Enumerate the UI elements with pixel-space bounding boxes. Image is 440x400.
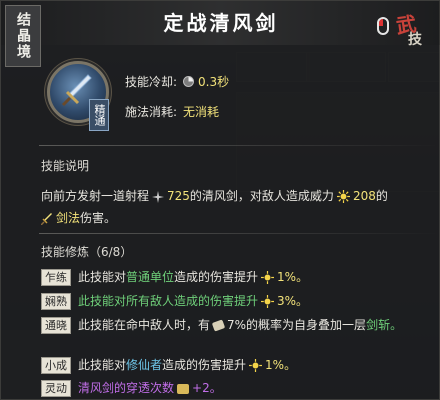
sun-icon (261, 295, 275, 308)
modifier-prefix: 此技能对所有敌人造成的伤害提升 (78, 294, 259, 308)
modifier-text: 此技能对普通单位造成的伤害提升 1%。 (78, 269, 308, 286)
sun-icon (336, 190, 350, 203)
modifier-row: 乍练 此技能对普通单位造成的伤害提升 1%。 (41, 269, 437, 286)
description-heading: 技能说明 (41, 159, 90, 173)
sword-icon (41, 212, 52, 225)
modifier-prefix: 此技能对 (78, 358, 127, 372)
modifier-value: 1%。 (265, 358, 297, 372)
modifier-text: 清风剑的穿透次数 +2。 (78, 380, 222, 397)
skill-tooltip: 结晶境 定战清风剑 武 技 精通 技能冷却: 0.3秒 施法消耗: 无消耗 技能… (0, 0, 440, 400)
chip-icon (211, 319, 226, 332)
cost-row: 施法消耗: 无消耗 (125, 103, 219, 120)
modifier-suffix: 造成的伤害提升 (162, 358, 247, 372)
modifier-prefix: 清风剑的穿透次数 (78, 381, 175, 395)
modifiers-heading: 技能修炼（6/8） (41, 245, 133, 259)
description-text: 的 (375, 189, 388, 203)
martial-tag-ji: 技 (408, 32, 422, 48)
description-text: 向前方发射一道射程 (41, 189, 150, 203)
modifier-suffix: 造成的伤害提升 (174, 270, 259, 284)
modifier-value: 3%。 (277, 294, 309, 308)
modifier-value: 剑斩。 (366, 318, 403, 332)
mastery-tag: 精通 (89, 99, 109, 131)
modifier-tag: 娴熟 (41, 293, 71, 310)
modifier-tag: 小成 (41, 357, 71, 374)
modifier-row: 灵动 清风剑的穿透次数 +2。 (41, 380, 437, 397)
cooldown-value: 0.3秒 (198, 75, 230, 89)
scroll-icon (177, 383, 190, 394)
modifier-row: 小成 此技能对修仙者造成的伤害提升 1%。 (41, 357, 437, 374)
modifier-text: 此技能在命中敌人时，有 7%的概率为自身叠加一层剑斩。 (78, 317, 418, 334)
cost-label: 施法消耗: (125, 105, 178, 119)
divider (39, 145, 439, 146)
range-icon (152, 190, 165, 203)
divider (39, 233, 439, 234)
sun-icon (261, 271, 275, 284)
sun-icon (249, 359, 263, 372)
damage-type: 剑法 (56, 211, 81, 225)
range-value: 725 (167, 189, 190, 203)
modifier-text: 此技能对修仙者造成的伤害提升 1%。 (78, 357, 296, 374)
modifier-suffix: 7%的概率为自身叠加一层 (227, 318, 367, 332)
description-text: 的清风剑，对敌人造成威力 (189, 189, 334, 203)
modifier-tag: 乍练 (41, 269, 71, 286)
modifier-text: 此技能对所有敌人造成的伤害提升 3%。 (78, 293, 308, 310)
mouse-icon (377, 17, 389, 35)
cost-value: 无消耗 (183, 105, 220, 119)
skill-description: 向前方发射一道射程 725的清风剑，对敌人造成威力 208的 剑法伤害。 (41, 185, 437, 229)
description-text: 伤害。 (80, 211, 117, 225)
modifier-tag: 灵动 (41, 380, 71, 397)
modifier-highlight: 普通单位 (126, 270, 175, 284)
modifier-row: 娴熟 此技能对所有敌人造成的伤害提升 3%。 (41, 293, 437, 310)
modifier-prefix: 此技能在命中敌人时，有 (78, 318, 211, 332)
modifier-row: 通晓 此技能在命中敌人时，有 7%的概率为自身叠加一层剑斩。 (41, 317, 437, 334)
power-value: 208 (352, 189, 376, 203)
modifier-value: 1%。 (277, 270, 309, 284)
modifier-prefix: 此技能对 (78, 270, 127, 284)
modifier-highlight: 修仙者 (126, 358, 163, 372)
cooldown-label: 技能冷却: (125, 75, 178, 89)
cooldown-row: 技能冷却: 0.3秒 (125, 73, 229, 90)
modifier-value: +2。 (192, 381, 222, 395)
modifier-tag: 通晓 (41, 317, 71, 334)
clock-icon (183, 76, 195, 87)
skill-title: 定战清风剑 (163, 11, 279, 35)
